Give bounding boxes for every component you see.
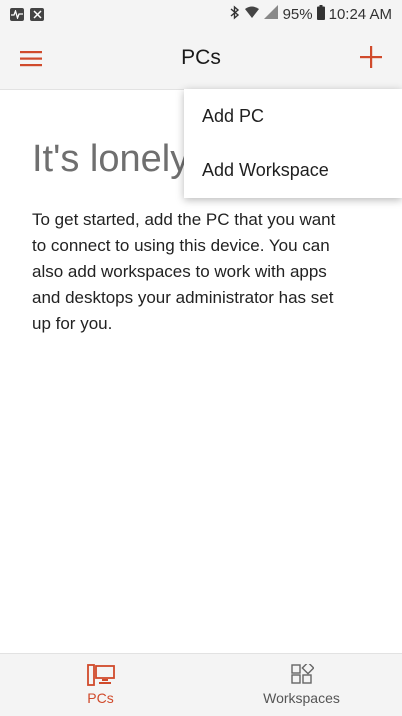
app-bar: PCs — [0, 28, 402, 90]
add-workspace-menu-item[interactable]: Add Workspace — [184, 143, 402, 197]
page-title: PCs — [181, 46, 221, 69]
status-bar: 95% 10:24 AM — [0, 0, 402, 28]
clock: 10:24 AM — [328, 5, 392, 23]
bluetooth-icon — [230, 4, 240, 24]
nav-item-workspaces[interactable]: Workspaces — [201, 654, 402, 716]
wifi-icon — [244, 5, 260, 23]
nav-label-workspaces: Workspaces — [263, 690, 340, 706]
battery-icon — [316, 4, 325, 24]
add-pc-menu-item[interactable]: Add PC — [184, 89, 402, 143]
empty-state-description: To get started, add the PC that you want… — [32, 210, 336, 333]
add-menu: Add PC Add Workspace — [184, 89, 402, 198]
pc-icon — [86, 664, 115, 686]
plus-icon — [360, 46, 382, 68]
workspaces-icon — [290, 664, 314, 684]
add-button[interactable] — [358, 44, 384, 70]
battery-percent: 95% — [282, 5, 313, 23]
close-notification-icon — [30, 7, 44, 21]
bottom-nav: PCs Workspaces — [0, 653, 402, 716]
nav-label-pcs: PCs — [87, 690, 114, 706]
activity-notification-icon — [10, 7, 24, 21]
nav-item-pcs[interactable]: PCs — [0, 654, 201, 716]
signal-icon — [263, 5, 279, 23]
